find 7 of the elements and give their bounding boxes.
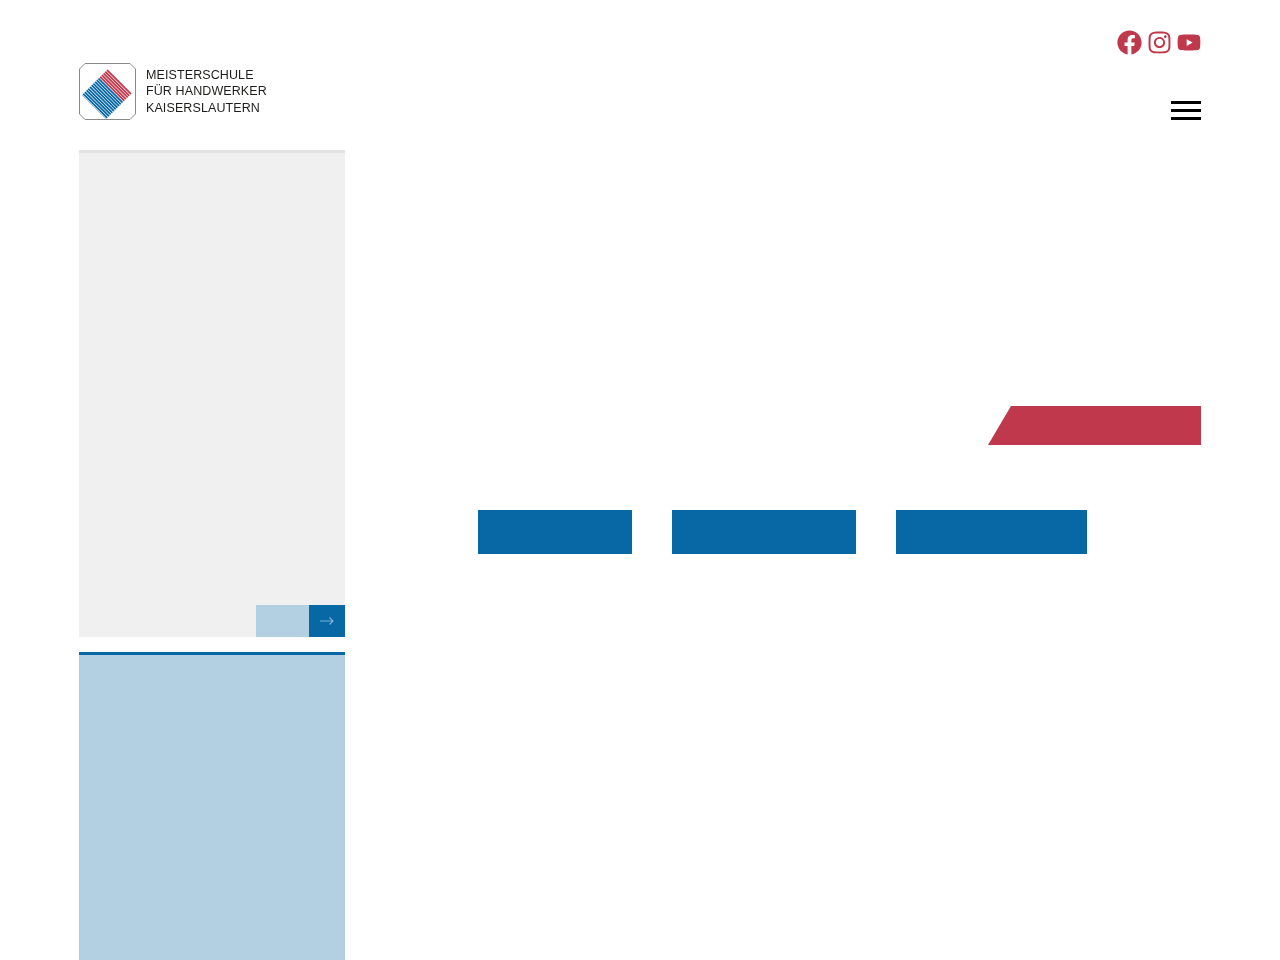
pager-panel <box>256 605 309 637</box>
menu-button[interactable] <box>1171 101 1201 120</box>
logo-text: MEISTERSCHULE FÜR HANDWERKER KAISERSLAUTERN <box>146 66 267 117</box>
arrow-right-icon <box>320 617 334 625</box>
instagram-icon[interactable] <box>1147 30 1172 55</box>
facebook-icon[interactable] <box>1117 30 1142 55</box>
school-logo-icon <box>79 63 136 120</box>
